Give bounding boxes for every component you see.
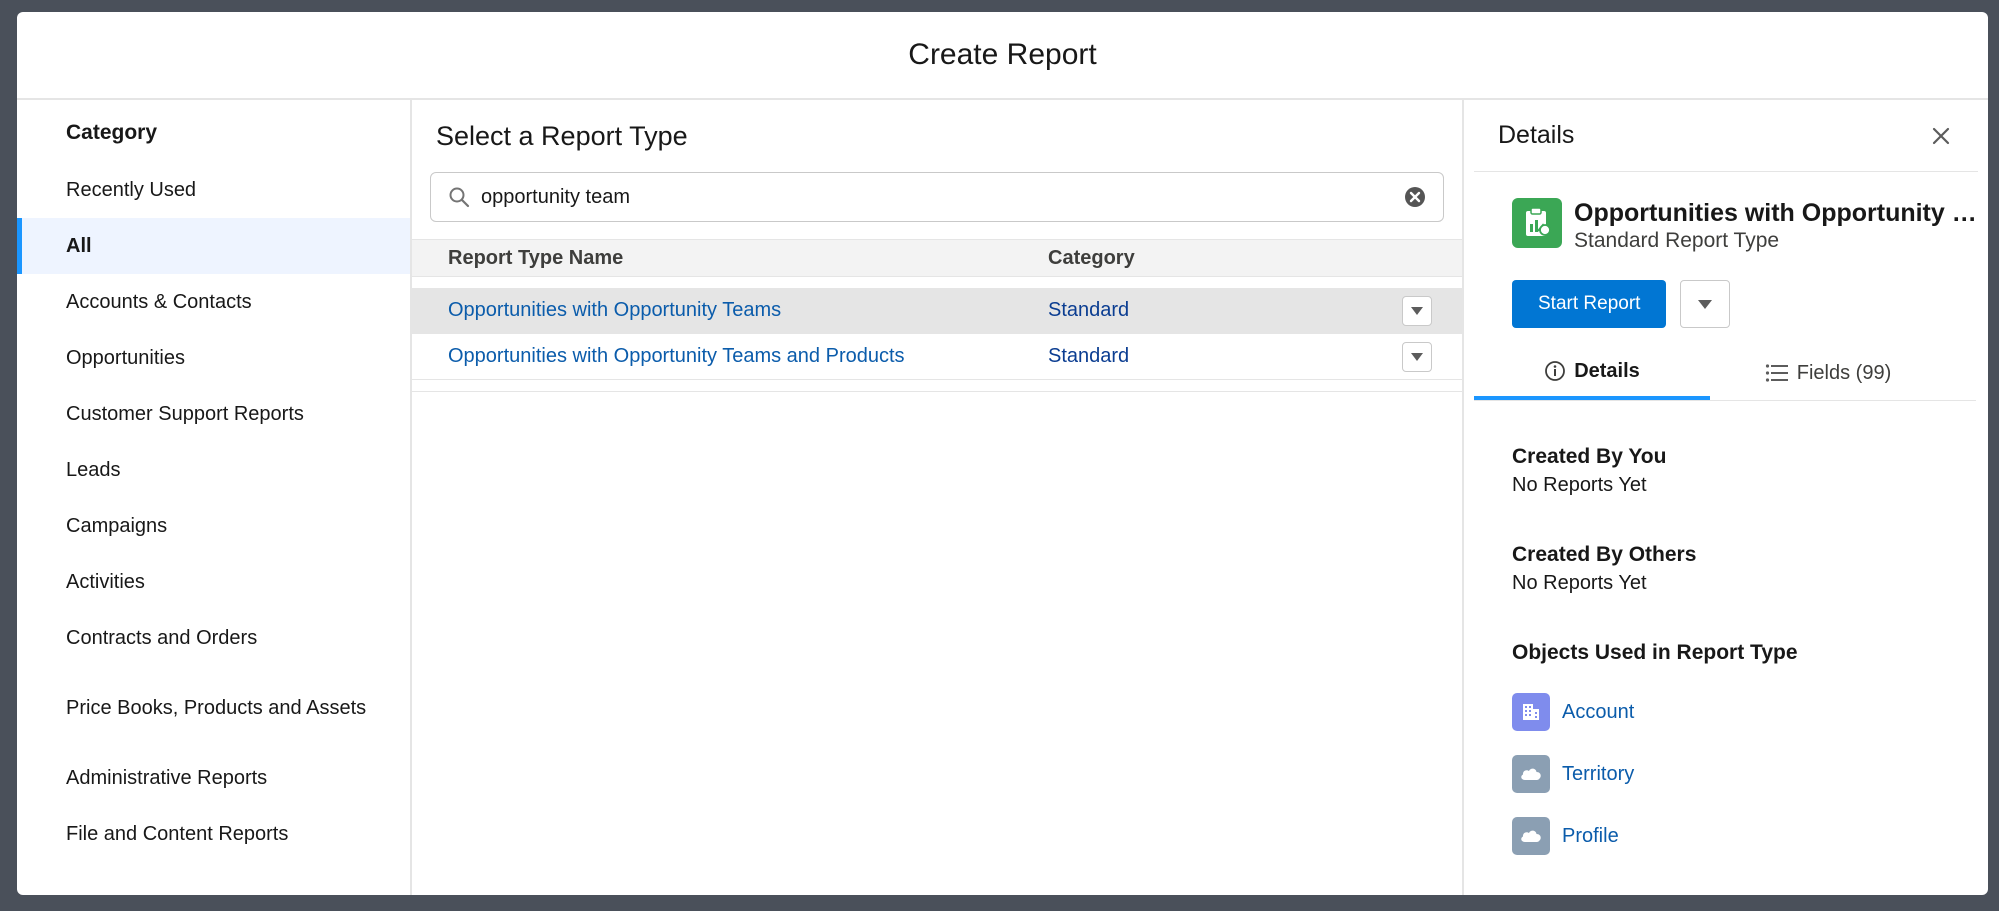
start-report-button[interactable]: Start Report xyxy=(1512,280,1667,328)
report-type-category: Standard xyxy=(1048,345,1130,367)
details-content: Created By You No Reports Yet Created By… xyxy=(1464,443,1988,867)
object-link-territory[interactable]: Territory xyxy=(1562,763,1634,786)
created-by-you-title: Created By You xyxy=(1512,445,1667,468)
sidebar-item-campaigns[interactable]: Campaigns xyxy=(17,498,410,554)
details-title: Details xyxy=(1498,121,1575,149)
details-header: Details xyxy=(1474,100,1978,172)
more-actions-button[interactable] xyxy=(1680,280,1731,328)
clipboard-chart-icon xyxy=(1526,207,1551,236)
sidebar-item-activities[interactable]: Activities xyxy=(17,554,410,610)
search-box xyxy=(430,172,1444,222)
category-sidebar: Category Recently Used All Accounts & Co… xyxy=(17,100,412,895)
table-row[interactable]: Opportunities with Opportunity Teams Sta… xyxy=(412,288,1462,334)
tab-fields[interactable]: Fields (99) xyxy=(1710,346,1946,400)
report-type-link[interactable]: Opportunities with Opportunity Teams xyxy=(412,299,1048,322)
sidebar-item-opportunities[interactable]: Opportunities xyxy=(17,330,410,386)
object-link-account[interactable]: Account xyxy=(1562,701,1634,724)
object-link-profile[interactable]: Profile xyxy=(1562,825,1619,848)
close-icon[interactable] xyxy=(1930,125,1952,147)
chevron-down-icon xyxy=(1411,306,1423,315)
account-icon xyxy=(1512,693,1550,731)
report-type-category: Standard xyxy=(1048,299,1130,321)
list-icon xyxy=(1765,364,1788,382)
list-item: Profile xyxy=(1512,805,1988,867)
sidebar-item-recently-used[interactable]: Recently Used xyxy=(17,162,410,218)
sidebar-item-leads[interactable]: Leads xyxy=(17,442,410,498)
list-item: Account xyxy=(1512,681,1988,743)
info-icon xyxy=(1545,361,1566,381)
sidebar-item-all[interactable]: All xyxy=(17,218,410,274)
cloud-icon xyxy=(1512,817,1550,855)
create-report-modal: Create Report Category Recently Used All… xyxy=(17,12,1988,895)
chevron-down-icon xyxy=(1698,299,1713,309)
table-header: Report Type Name Category xyxy=(412,239,1462,277)
row-menu-button[interactable] xyxy=(1402,341,1432,372)
objects-list: Account Territory Profile xyxy=(1512,681,1988,867)
sidebar-item-price-books[interactable]: Price Books, Products and Assets xyxy=(17,666,410,750)
sidebar-item-contracts-orders[interactable]: Contracts and Orders xyxy=(17,610,410,666)
sidebar-item-file-content-reports[interactable]: File and Content Reports xyxy=(17,806,410,862)
created-by-you-value: No Reports Yet xyxy=(1512,474,1647,496)
clear-search-icon[interactable] xyxy=(1403,185,1427,209)
details-actions: Start Report xyxy=(1464,254,1988,328)
modal-title: Create Report xyxy=(908,38,1097,71)
panel-title: Select a Report Type xyxy=(436,120,688,151)
tab-details[interactable]: Details xyxy=(1474,346,1710,400)
sidebar-item-administrative-reports[interactable]: Administrative Reports xyxy=(17,750,410,806)
table-row[interactable]: Opportunities with Opportunity Teams and… xyxy=(412,334,1462,380)
sidebar-item-customer-support-reports[interactable]: Customer Support Reports xyxy=(17,386,410,442)
report-type-link[interactable]: Opportunities with Opportunity Teams and… xyxy=(412,345,1048,368)
report-type-subtitle: Standard Report Type xyxy=(1574,229,1780,252)
report-type-panel: Select a Report Type Report Type Name Ca… xyxy=(412,100,1464,895)
details-panel: Details Opportunities with Opportunity T… xyxy=(1464,100,1988,895)
created-by-others-value: No Reports Yet xyxy=(1512,572,1647,594)
list-item: Territory xyxy=(1512,743,1988,805)
sidebar-title: Category xyxy=(66,121,158,144)
sidebar-item-accounts-contacts[interactable]: Accounts & Contacts xyxy=(17,274,410,330)
column-header-category[interactable]: Category xyxy=(1048,247,1462,270)
created-by-others-title: Created By Others xyxy=(1512,543,1697,566)
cloud-icon xyxy=(1512,755,1550,793)
report-type-name: Opportunities with Opportunity Teams xyxy=(1574,199,1984,227)
report-type-icon xyxy=(1512,198,1562,248)
column-header-name[interactable]: Report Type Name xyxy=(412,247,1048,270)
row-menu-button[interactable] xyxy=(1402,295,1432,326)
objects-used-title: Objects Used in Report Type xyxy=(1512,641,1798,664)
category-list: Recently Used All Accounts & Contacts Op… xyxy=(17,162,410,862)
modal-header: Create Report xyxy=(17,12,1988,100)
tab-details-label: Details xyxy=(1574,359,1640,382)
search-input[interactable] xyxy=(481,185,1403,209)
search-icon xyxy=(449,187,470,208)
report-type-table: Report Type Name Category Opportunities … xyxy=(412,239,1462,392)
chevron-down-icon xyxy=(1411,352,1423,361)
tab-fields-label: Fields (99) xyxy=(1796,361,1892,384)
report-type-summary: Opportunities with Opportunity Teams Sta… xyxy=(1464,172,1988,254)
details-tabs: Details Fields (99) xyxy=(1474,346,1976,401)
